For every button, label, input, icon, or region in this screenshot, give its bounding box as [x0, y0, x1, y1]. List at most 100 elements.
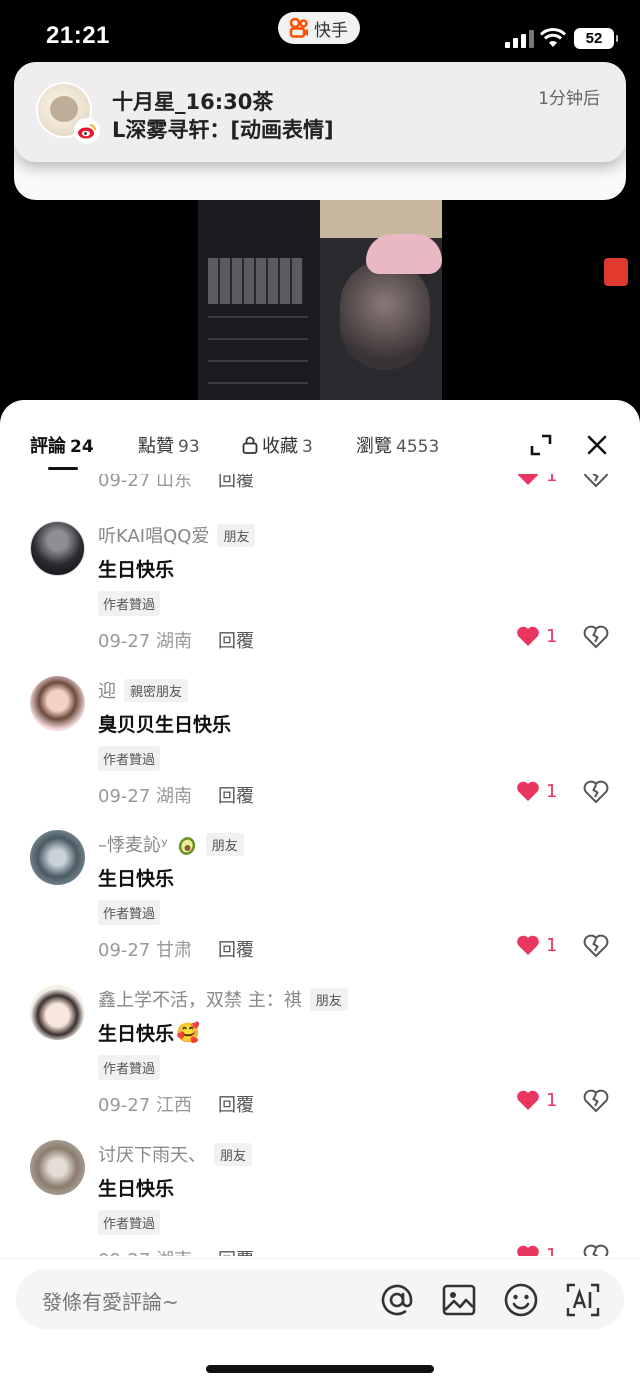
- smiling-hearts-emoji: 🥰: [176, 1022, 200, 1044]
- avatar[interactable]: [30, 676, 85, 731]
- relation-tag: 親密朋友: [124, 678, 189, 702]
- like-button[interactable]: 1: [516, 934, 557, 956]
- tab-count: 4553: [396, 437, 440, 457]
- comment-list[interactable]: 09-27 山东 回覆 1 听KAI唱QQ爱 朋友 生日快乐 作者贊過 09-2…: [0, 474, 640, 1256]
- at-icon[interactable]: [378, 1281, 416, 1319]
- comment-meta: 09-27 湖南 回覆: [98, 1246, 254, 1256]
- comment-sheet: 評論 24 點贊 93 收藏 3 瀏覽 4553 09-27 山东 回覆 1 听…: [0, 400, 640, 1385]
- like-count: 1: [546, 625, 558, 647]
- like-count: 1: [546, 780, 558, 802]
- reply-button[interactable]: 回覆: [218, 1246, 254, 1256]
- like-count: 1: [546, 934, 558, 956]
- close-icon[interactable]: [584, 432, 610, 458]
- comment-text: 生日快乐 🥰: [98, 1022, 200, 1045]
- comment-text: 生日快乐: [98, 868, 175, 890]
- like-button[interactable]: 1: [516, 1244, 557, 1256]
- comment-input[interactable]: 發條有愛評論~: [16, 1269, 624, 1329]
- ai-icon[interactable]: [564, 1281, 602, 1319]
- tab-favorites[interactable]: 收藏 3: [242, 432, 313, 458]
- reply-button[interactable]: 回覆: [218, 936, 254, 962]
- username[interactable]: 迎: [98, 677, 116, 703]
- heart-icon: [517, 781, 539, 801]
- username[interactable]: 听KAI唱QQ爱: [98, 522, 209, 548]
- side-badge[interactable]: [604, 258, 628, 286]
- author-liked-badge: 作者贊過: [98, 746, 161, 771]
- wifi-icon: [540, 28, 566, 47]
- app-indicator[interactable]: 快手: [278, 12, 360, 44]
- comment-meta: 09-27 湖南 回覆: [98, 627, 254, 653]
- reply-button[interactable]: 回覆: [218, 1091, 254, 1117]
- comment-item: –悸麦訫ʸ 朋友 生日快乐 作者贊過 09-27 甘肃 回覆 1: [0, 830, 640, 985]
- avatar[interactable]: [30, 830, 85, 885]
- heart-icon: [517, 626, 539, 646]
- heart-icon: [517, 1245, 539, 1256]
- tab-views[interactable]: 瀏覽 4553: [356, 432, 439, 458]
- comment-text: 臭贝贝生日快乐: [98, 714, 232, 736]
- avatar[interactable]: [30, 1140, 85, 1195]
- broken-heart-icon[interactable]: [583, 934, 609, 958]
- tab-count: 3: [302, 437, 313, 457]
- battery-indicator: 52: [574, 28, 618, 49]
- comment-text: 生日快乐: [98, 1178, 175, 1200]
- tab-comments[interactable]: 評論 24: [30, 432, 94, 458]
- emoji-icon[interactable]: [502, 1281, 540, 1319]
- comment-item: 鑫上学不活，双禁 主：祺 朋友 生日快乐 🥰 作者贊過 09-27 江西 回覆 1: [0, 985, 640, 1140]
- broken-heart-icon[interactable]: [583, 474, 609, 488]
- like-count: 1: [546, 1244, 558, 1257]
- push-notification[interactable]: 十月星_16:30茶 L深雾寻轩：[动画表情] 1分钟后: [14, 62, 626, 162]
- relation-tag: 朋友: [309, 987, 348, 1011]
- username[interactable]: –悸麦訫ʸ: [98, 831, 168, 857]
- broken-heart-icon[interactable]: [583, 625, 609, 649]
- avatar[interactable]: [30, 985, 85, 1040]
- username[interactable]: 鑫上学不活，双禁 主：祺: [98, 986, 302, 1012]
- relation-tag: 朋友: [217, 523, 256, 547]
- comment-item: 迎 親密朋友 臭贝贝生日快乐 作者贊過 09-27 湖南 回覆 1: [0, 676, 640, 831]
- comment-input-bar: 發條有愛評論~: [0, 1258, 640, 1385]
- tab-count: 93: [178, 437, 200, 457]
- reply-button[interactable]: 回覆: [218, 474, 254, 492]
- tab-label: 點贊: [138, 436, 174, 457]
- avatar[interactable]: [30, 521, 85, 576]
- weibo-icon: [74, 118, 100, 144]
- like-button[interactable]: 1: [516, 780, 557, 802]
- comment-item: 讨厌下雨天、 朋友 生日快乐 作者贊過 09-27 湖南 回覆 1: [0, 1140, 640, 1256]
- app-name: 快手: [314, 20, 348, 41]
- like-count: 1: [546, 1089, 558, 1111]
- comment-meta: 09-27 江西 回覆: [98, 1091, 254, 1117]
- like-button[interactable]: 1: [516, 474, 557, 486]
- comment-item-partial: 09-27 山东 回覆 1: [0, 474, 640, 515]
- tab-label: 評論: [30, 436, 66, 457]
- author-liked-badge: 作者贊過: [98, 1210, 161, 1235]
- like-button[interactable]: 1: [516, 1089, 557, 1111]
- heart-icon: [517, 935, 539, 955]
- image-icon[interactable]: [440, 1281, 478, 1319]
- author-liked-badge: 作者贊過: [98, 900, 161, 925]
- expand-icon[interactable]: [528, 432, 554, 458]
- home-indicator[interactable]: [206, 1365, 434, 1373]
- notification-title: 十月星_16:30茶: [112, 90, 274, 114]
- avocado-emoji-icon: [178, 837, 195, 855]
- username[interactable]: 讨厌下雨天、: [98, 1141, 206, 1167]
- comment-text: 生日快乐: [98, 559, 175, 581]
- comment-meta: 09-27 山东 回覆: [98, 474, 254, 492]
- signal-icon: [505, 30, 534, 48]
- notification-body: L深雾寻轩：[动画表情]: [112, 118, 334, 142]
- relation-tag: 朋友: [205, 832, 244, 856]
- like-button[interactable]: 1: [516, 625, 557, 647]
- broken-heart-icon[interactable]: [583, 1089, 609, 1113]
- input-placeholder: 發條有愛評論~: [42, 1290, 179, 1314]
- tab-count: 24: [70, 437, 94, 457]
- like-count: 1: [546, 474, 558, 486]
- heart-icon: [517, 1090, 539, 1110]
- broken-heart-icon[interactable]: [583, 1244, 609, 1256]
- reply-button[interactable]: 回覆: [218, 627, 254, 653]
- author-liked-badge: 作者贊過: [98, 591, 161, 616]
- lock-icon: [242, 436, 258, 454]
- broken-heart-icon[interactable]: [583, 780, 609, 804]
- relation-tag: 朋友: [214, 1142, 253, 1166]
- tab-likes[interactable]: 點贊 93: [138, 432, 200, 458]
- tab-label: 瀏覽: [356, 436, 392, 457]
- reply-button[interactable]: 回覆: [218, 782, 254, 808]
- clock: 21:21: [46, 22, 110, 49]
- author-liked-badge: 作者贊過: [98, 1055, 161, 1080]
